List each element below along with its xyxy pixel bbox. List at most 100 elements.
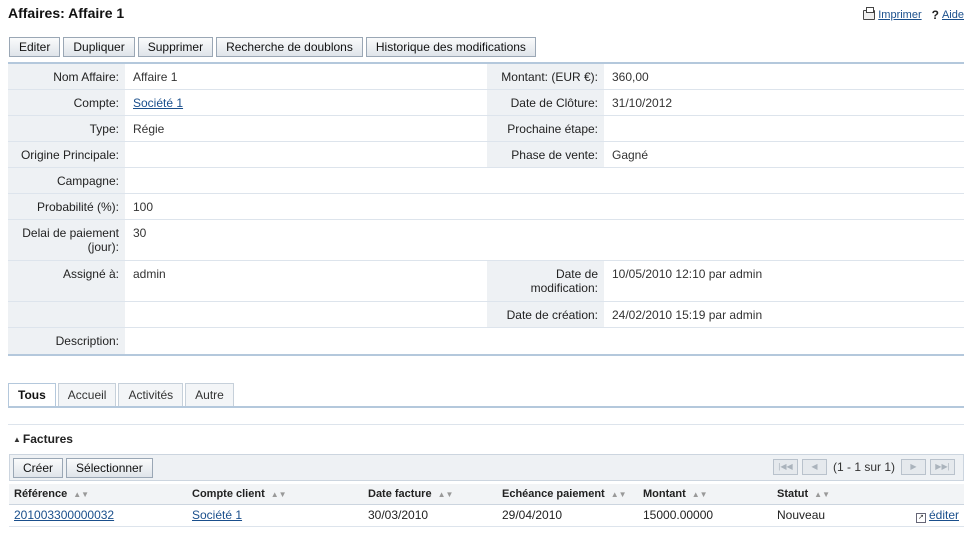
detail-row: Delai de paiement (jour): 30 xyxy=(8,220,964,261)
delete-button[interactable]: Supprimer xyxy=(137,37,214,57)
invoices-title: Factures xyxy=(22,432,73,446)
tab-home[interactable]: Accueil xyxy=(57,383,117,406)
print-link-label[interactable]: Imprimer xyxy=(878,9,921,21)
invoice-reference-link[interactable]: 201003300000032 xyxy=(14,508,114,522)
empty-cell xyxy=(487,168,964,193)
column-label: Date facture xyxy=(368,487,432,500)
detail-panel: Nom Affaire: Affaire 1 Montant: (EUR €):… xyxy=(8,62,964,356)
pager: |◀◀ ◀ (1 - 1 sur 1) ▶ ▶▶| xyxy=(772,459,955,475)
detail-row: Type: Régie Prochaine étape: xyxy=(8,116,964,142)
col-actions xyxy=(882,484,964,505)
edit-button[interactable]: Editer xyxy=(9,37,61,57)
col-account[interactable]: Compte client ▲▼ xyxy=(187,484,363,505)
edit-link[interactable]: éditer xyxy=(929,508,959,522)
sort-icon[interactable]: ▲▼ xyxy=(611,490,627,499)
edit-icon[interactable]: ↗ xyxy=(915,512,926,523)
field-label: Date de Clôture: xyxy=(487,90,604,115)
field-label: Assigné à: xyxy=(8,261,125,301)
detail-row: Campagne: xyxy=(8,168,964,194)
detail-row: Date de création: 24/02/2010 15:19 par a… xyxy=(8,302,964,328)
invoices-toolbar: Créer Sélectionner |◀◀ ◀ (1 - 1 sur 1) ▶… xyxy=(9,454,964,481)
col-invoice-date[interactable]: Date facture ▲▼ xyxy=(363,484,497,505)
table-row: 201003300000032 Société 1 30/03/2010 29/… xyxy=(9,504,964,527)
field-value xyxy=(125,168,487,193)
sort-icon[interactable]: ▲▼ xyxy=(73,490,89,499)
field-value: Affaire 1 xyxy=(133,70,178,84)
section-divider xyxy=(8,424,964,425)
empty-cell xyxy=(487,194,964,219)
field-value: 100 xyxy=(133,200,154,214)
select-invoice-button[interactable]: Sélectionner xyxy=(66,457,153,478)
cell-edit: ↗ éditer xyxy=(882,504,964,527)
tab-other[interactable]: Autre xyxy=(185,383,234,406)
field-value: 31/10/2012 xyxy=(612,96,673,110)
detail-row: Assigné à: admin Date de modification: 1… xyxy=(8,261,964,302)
sort-icon[interactable]: ▲▼ xyxy=(692,490,708,499)
field-label: Prochaine étape: xyxy=(487,116,604,141)
field-label: Nom Affaire: xyxy=(8,64,125,89)
field-label: Description: xyxy=(8,328,125,354)
field-value xyxy=(604,116,964,141)
tab-activities[interactable]: Activités xyxy=(118,383,184,406)
field-value xyxy=(125,142,487,167)
cell-due: 29/04/2010 xyxy=(497,504,638,527)
field-value: Régie xyxy=(133,122,165,136)
field-value: 360,00 xyxy=(612,70,649,84)
page-title: Affaires: Affaire 1 xyxy=(8,5,125,21)
find-duplicates-button[interactable]: Recherche de doublons xyxy=(216,37,363,57)
col-reference[interactable]: Référence ▲▼ xyxy=(9,484,187,505)
next-page-icon[interactable]: ▶ xyxy=(901,459,926,475)
field-label: Delai de paiement (jour): xyxy=(8,220,125,260)
field-label: Date de modification: xyxy=(487,261,604,301)
table-header-row: Référence ▲▼ Compte client ▲▼ Date facture… xyxy=(9,484,964,505)
printer-icon xyxy=(863,7,876,20)
top-links: Imprimer ? Aide xyxy=(863,7,964,22)
help-link-label[interactable]: Aide xyxy=(942,9,964,21)
col-due-date[interactable]: Echéance paiement ▲▼ xyxy=(497,484,638,505)
duplicate-button[interactable]: Dupliquer xyxy=(63,37,135,57)
sort-icon[interactable]: ▲▼ xyxy=(438,490,454,499)
column-label: Montant xyxy=(643,487,686,500)
field-label: Type: xyxy=(8,116,125,141)
collapse-icon[interactable]: ▲ xyxy=(13,435,21,444)
create-invoice-button[interactable]: Créer xyxy=(13,457,64,478)
help-icon: ? xyxy=(931,8,939,22)
invoice-account-link[interactable]: Société 1 xyxy=(192,508,242,522)
detail-row: Nom Affaire: Affaire 1 Montant: (EUR €):… xyxy=(8,64,964,90)
field-label: Date de création: xyxy=(487,302,604,327)
help-link[interactable]: ? Aide xyxy=(932,8,964,22)
sort-icon[interactable]: ▲▼ xyxy=(814,490,830,499)
field-label: Origine Principale: xyxy=(8,142,125,167)
account-link[interactable]: Société 1 xyxy=(133,96,183,110)
empty-cell xyxy=(487,220,964,260)
invoices-table: Référence ▲▼ Compte client ▲▼ Date facture… xyxy=(9,484,964,527)
empty-label xyxy=(8,302,125,327)
prev-page-icon[interactable]: ◀ xyxy=(801,459,827,475)
cell-date: 30/03/2010 xyxy=(363,504,497,527)
empty-cell xyxy=(125,302,487,327)
col-status[interactable]: Statut ▲▼ xyxy=(772,484,882,505)
cell-status: Nouveau xyxy=(772,504,882,527)
print-link[interactable]: Imprimer xyxy=(863,7,922,21)
field-label: Campagne: xyxy=(8,168,125,193)
tab-all[interactable]: Tous xyxy=(8,383,56,406)
invoices-section-header[interactable]: ▲ Factures xyxy=(13,432,73,446)
cell-amount: 15000.00000 xyxy=(638,504,772,527)
detail-row: Description: xyxy=(8,328,964,354)
column-label: Compte client xyxy=(192,487,265,500)
field-value: Société 1 xyxy=(125,90,487,115)
cell-account: Société 1 xyxy=(187,504,363,527)
column-label: Référence xyxy=(14,487,68,500)
field-label: Montant: (EUR €): xyxy=(487,64,604,89)
field-value: 30 xyxy=(133,226,147,240)
col-amount[interactable]: Montant ▲▼ xyxy=(638,484,772,505)
change-history-button[interactable]: Historique des modifications xyxy=(365,37,536,57)
subpanel-tabs: Tous Accueil Activités Autre xyxy=(8,383,964,408)
sort-icon[interactable]: ▲▼ xyxy=(271,490,287,499)
field-label: Phase de vente: xyxy=(487,142,604,167)
detail-row: Origine Principale: Phase de vente: Gagn… xyxy=(8,142,964,168)
detail-row: Probabilité (%): 100 xyxy=(8,194,964,220)
first-page-icon[interactable]: |◀◀ xyxy=(772,459,798,475)
field-label: Probabilité (%): xyxy=(8,194,125,219)
last-page-icon[interactable]: ▶▶| xyxy=(930,459,955,475)
